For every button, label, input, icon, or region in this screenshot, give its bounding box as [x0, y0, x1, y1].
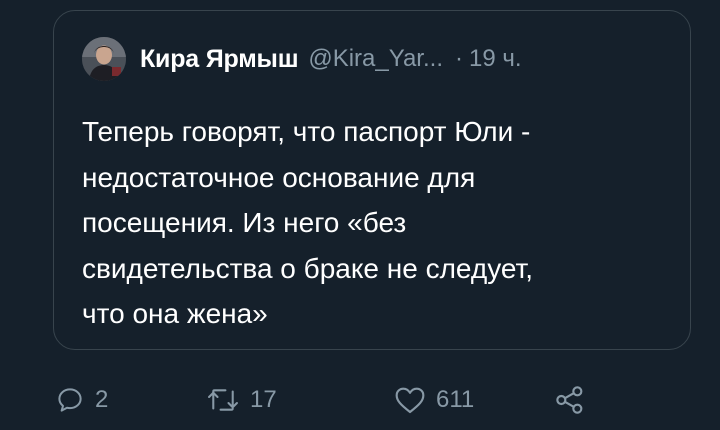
retweet-icon: [208, 389, 238, 411]
tweet-timestamp[interactable]: 19 ч.: [469, 45, 522, 73]
avatar-image: [82, 37, 126, 81]
text-line: посещения. Из него «без: [82, 207, 407, 238]
quoted-tweet-text: Теперь говорят, что паспорт Юли - недост…: [82, 109, 672, 337]
share-button[interactable]: [554, 378, 586, 422]
author-handle[interactable]: @Kira_Yar...: [308, 45, 443, 73]
retweet-button[interactable]: 17: [206, 378, 277, 422]
text-line: Теперь говорят, что паспорт Юли -: [82, 116, 531, 147]
reply-icon: [58, 388, 82, 412]
quoted-tweet-header: Кира Ярмыш @Kira_Yar... · 19 ч.: [82, 37, 522, 81]
reply-button[interactable]: 2: [55, 378, 108, 422]
text-line: что она жена»: [82, 298, 268, 329]
text-line: недостаточное основание для: [82, 161, 476, 193]
like-button[interactable]: 611: [394, 378, 474, 422]
heart-icon: [395, 387, 425, 414]
header-separator: ·: [454, 45, 463, 72]
text-line: свидетельства о браке не следует,: [82, 252, 534, 284]
reply-count: 2: [95, 386, 109, 413]
avatar[interactable]: [82, 37, 126, 81]
tweet-view: Кира Ярмыш @Kira_Yar... · 19 ч. Теперь г…: [0, 0, 720, 430]
retweet-count: 17: [250, 386, 277, 413]
share-icon: [556, 386, 583, 414]
tweet-actions-bar: 2 17 611: [55, 378, 615, 422]
author-name[interactable]: Кира Ярмыш: [140, 45, 299, 74]
quoted-tweet-card[interactable]: Кира Ярмыш @Kira_Yar... · 19 ч. Теперь г…: [53, 10, 691, 350]
like-count: 611: [436, 386, 475, 413]
